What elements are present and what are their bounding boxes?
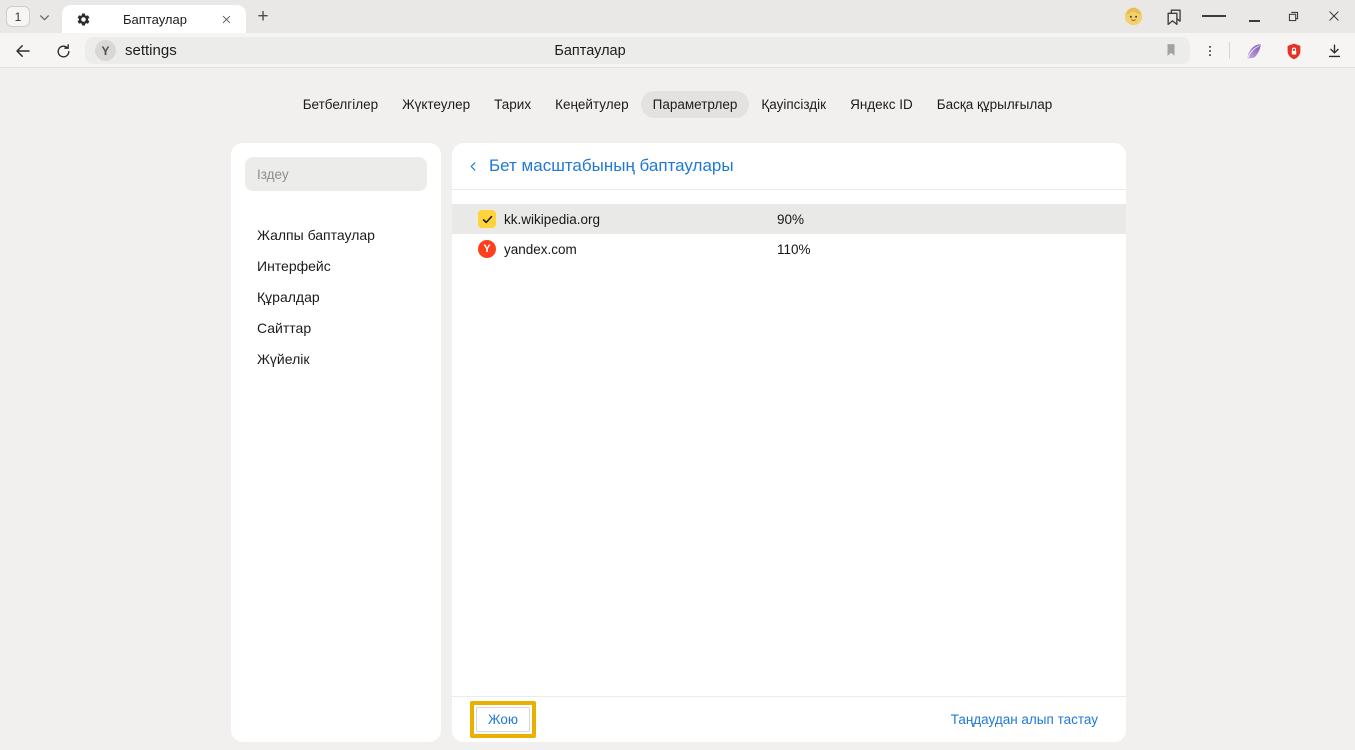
site-zoom-list: kk.wikipedia.org 90% Y yandex.com 110% <box>452 204 1126 264</box>
site-name: yandex.com <box>504 242 777 257</box>
tab-counter-button[interactable]: 1 <box>6 6 30 27</box>
sidebar-item-general[interactable]: Жалпы баптаулар <box>231 219 441 250</box>
sidebar-item-sites[interactable]: Сайттар <box>231 312 441 343</box>
zoom-value: 90% <box>777 212 804 227</box>
back-arrow-icon[interactable] <box>10 38 36 64</box>
address-page-title: Баптаулар <box>505 37 675 64</box>
nav-tab-downloads[interactable]: Жүктеулер <box>390 91 482 118</box>
deselect-link[interactable]: Таңдаудан алып тастау <box>951 712 1098 727</box>
address-bar: Y settings Баптаулар <box>0 33 1355 68</box>
zoom-value: 110% <box>777 242 811 257</box>
nav-tab-other-devices[interactable]: Басқа құрылғылар <box>925 91 1065 118</box>
nav-tab-yandex-id[interactable]: Яндекс ID <box>838 91 925 118</box>
tab-bar: 1 Баптаулар + <box>0 0 1355 33</box>
tab-groups-icon[interactable] <box>1162 4 1186 28</box>
yandex-favicon[interactable]: Y <box>478 240 496 258</box>
bookmark-flag-icon[interactable] <box>1164 42 1178 58</box>
window-close-button[interactable] <box>1322 4 1346 28</box>
page-zoom-settings-panel: Бет масштабының баптаулары kk.wikipedia.… <box>452 143 1126 742</box>
settings-page: Бетбелгілер Жүктеулер Тарих Кеңейтулер П… <box>0 69 1355 750</box>
sidebar-item-tools[interactable]: Құралдар <box>231 281 441 312</box>
sidebar-item-system[interactable]: Жүйелік <box>231 343 441 374</box>
url-field[interactable]: Y settings Баптаулар <box>85 37 1190 64</box>
nav-tab-bookmarks[interactable]: Бетбелгілер <box>291 91 390 118</box>
settings-gear-icon <box>76 12 91 27</box>
new-tab-button[interactable]: + <box>250 4 276 30</box>
menu-hamburger-icon[interactable] <box>1202 4 1226 28</box>
address-kebab-menu-icon[interactable] <box>1197 38 1223 64</box>
nav-tab-settings[interactable]: Параметрлер <box>641 91 750 118</box>
delete-button[interactable]: Жою <box>476 707 530 732</box>
tab-title: Баптаулар <box>91 12 219 27</box>
settings-sidebar: Жалпы баптаулар Интерфейс Құралдар Сайтт… <box>231 143 441 742</box>
turbo-feather-icon[interactable] <box>1240 38 1266 64</box>
site-row[interactable]: kk.wikipedia.org 90% <box>452 204 1126 234</box>
back-chevron-icon[interactable] <box>468 159 479 174</box>
profile-avatar[interactable] <box>1121 4 1145 28</box>
window-minimize-button[interactable] <box>1242 4 1266 28</box>
protect-shield-icon[interactable] <box>1281 38 1307 64</box>
site-row[interactable]: Y yandex.com 110% <box>452 234 1126 264</box>
panel-header: Бет масштабының баптаулары <box>452 143 1126 190</box>
sidebar-item-interface[interactable]: Интерфейс <box>231 250 441 281</box>
page-title: Бет масштабының баптаулары <box>489 156 734 176</box>
nav-tab-security[interactable]: Қауіпсіздік <box>749 91 838 118</box>
settings-nav-tabs: Бетбелгілер Жүктеулер Тарих Кеңейтулер П… <box>0 91 1355 118</box>
site-name: kk.wikipedia.org <box>504 212 777 227</box>
nav-tab-extensions[interactable]: Кеңейтулер <box>543 91 641 118</box>
site-badge-icon[interactable]: Y <box>95 40 116 61</box>
toolbar-divider <box>1229 42 1230 59</box>
focus-highlight-ring: Жою <box>470 701 536 738</box>
tab-close-icon[interactable] <box>219 12 234 27</box>
search-input[interactable] <box>245 157 427 191</box>
nav-tab-history[interactable]: Тарих <box>482 91 543 118</box>
url-text: settings <box>125 42 177 59</box>
checkbox-checked-icon[interactable] <box>478 210 496 228</box>
downloads-icon[interactable] <box>1321 38 1347 64</box>
window-restore-button[interactable] <box>1281 4 1305 28</box>
tab-list-chevron-down-icon[interactable] <box>34 7 54 27</box>
reload-icon[interactable] <box>50 38 76 64</box>
browser-tab-active[interactable]: Баптаулар <box>62 5 246 33</box>
panel-footer: Жою Таңдаудан алып тастау <box>452 696 1126 742</box>
